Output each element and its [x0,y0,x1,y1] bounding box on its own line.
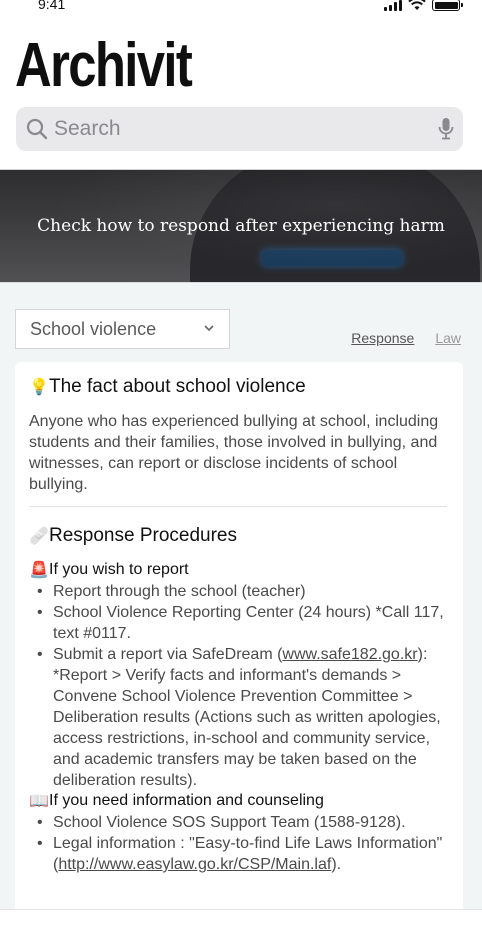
info-list: School Violence SOS Support Team (1588-9… [29,812,449,875]
wifi-icon [408,0,426,10]
app-title: Archivit [15,31,193,100]
lightbulb-icon: 💡 [29,379,49,396]
list-item: Submit a report via SafeDream (www.safe1… [29,644,449,791]
report-list: Report through the school (teacher) Scho… [29,581,449,791]
bottom-bar [0,909,482,933]
microphone-icon[interactable] [437,117,455,141]
fact-title-text: The fact about school violence [49,376,306,397]
fact-title: 💡 The fact about school violence [29,376,449,398]
status-bar: 9:41 [0,0,482,14]
battery-icon [432,0,463,11]
report-heading: 🚨 If you wish to report [29,560,449,580]
cellular-signal-icon [384,0,402,11]
list-item: School Violence Reporting Center (24 hou… [29,602,449,644]
safedream-link[interactable]: www.safe182.go.kr [282,646,417,663]
status-icons [384,0,463,11]
bandage-icon: 🩹 [29,528,49,545]
category-dropdown[interactable]: School violence [15,309,230,349]
status-time: 9:41 [38,0,66,12]
banner-text: Check how to respond after experiencing … [37,216,445,236]
list-item: Report through the school (teacher) [29,581,449,602]
content-area: School violence Response Law 💡 The fact … [0,282,482,933]
search-icon [26,118,48,140]
report-heading-text: If you wish to report [49,561,189,578]
siren-icon: 🚨 [29,562,49,579]
hero-banner[interactable]: Check how to respond after experiencing … [0,170,482,282]
book-icon: 📖 [29,793,49,810]
search-input[interactable] [54,117,414,141]
list-item: Legal information : "Easy-to-find Life L… [29,833,449,875]
info-heading-text: If you need information and counseling [49,792,324,809]
info-card: 💡 The fact about school violence Anyone … [15,362,463,922]
card-divider [29,506,447,507]
easylaw-link[interactable]: http://www.easylaw.go.kr/CSP/Main.laf [58,856,331,873]
view-tabs: Response Law [351,330,461,346]
tab-law[interactable]: Law [435,330,461,346]
list-item: School Violence SOS Support Team (1588-9… [29,812,449,833]
procedures-title: 🩹 Response Procedures [29,525,449,547]
chevron-down-icon [204,325,214,332]
tab-response[interactable]: Response [351,330,414,346]
fact-body: Anyone who has experienced bullying at s… [29,413,439,493]
category-dropdown-value: School violence [30,318,157,339]
info-heading: 📖 If you need information and counseling [29,791,449,811]
procedures-title-text: Response Procedures [49,525,237,546]
search-bar[interactable] [16,107,463,151]
